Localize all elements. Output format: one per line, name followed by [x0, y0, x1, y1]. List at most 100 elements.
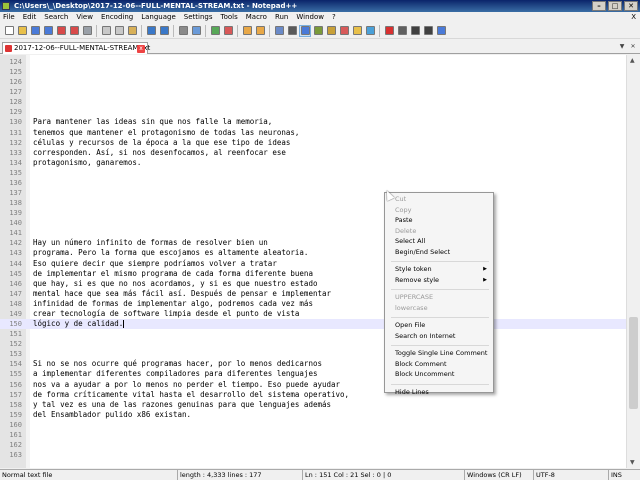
context-item-hide-lines[interactable]: Hide Lines: [395, 388, 429, 397]
notepadpp-app-icon[interactable]: [2, 2, 10, 10]
vertical-scrollbar[interactable]: ▲ ▼: [626, 55, 640, 468]
indent-guide-button[interactable]: [299, 24, 311, 37]
user-language-button[interactable]: [312, 25, 324, 37]
show-all-chars-button[interactable]: [286, 25, 298, 37]
editor-lines[interactable]: 124 125 126 127 128 129 130 Para mantener las i…: [0, 57, 626, 460]
folder-workspace-button[interactable]: [351, 25, 363, 37]
editor-line[interactable]: 127: [0, 87, 626, 97]
line-text[interactable]: Para mantener las ideas sin que nos fall…: [33, 117, 272, 127]
editor-line[interactable]: 131 tenemos que mantener el protagonismo …: [0, 128, 626, 138]
tab-document[interactable]: 2017-12-06--FULL-MENTAL-STREAM.txt x: [2, 42, 150, 54]
cut-button[interactable]: [100, 25, 112, 37]
editor-line[interactable]: 141: [0, 228, 626, 238]
replace-button[interactable]: [190, 25, 202, 37]
menu-language[interactable]: Language: [141, 12, 176, 23]
context-item-remove-style[interactable]: Remove style: [395, 276, 439, 285]
open-file-button[interactable]: [16, 25, 28, 37]
line-text[interactable]: Eso quiere decir que siempre podríamos v…: [33, 259, 277, 269]
editor-line[interactable]: 139: [0, 208, 626, 218]
editor-line[interactable]: 151: [0, 329, 626, 339]
run-macro-multiple-button[interactable]: [422, 25, 434, 37]
menu-help[interactable]: ?: [332, 12, 336, 23]
scroll-down-icon[interactable]: ▼: [630, 459, 635, 466]
editor-line[interactable]: 126: [0, 77, 626, 87]
menu-window[interactable]: Window: [296, 12, 324, 23]
save-macro-button[interactable]: [435, 25, 447, 37]
context-item-style-token[interactable]: Style token: [395, 265, 432, 274]
context-item-open-file[interactable]: Open File: [395, 321, 425, 330]
function-list-button[interactable]: [338, 25, 350, 37]
editor-line[interactable]: 129: [0, 107, 626, 117]
text-editor[interactable]: 124 125 126 127 128 129 130 Para mantener las i…: [0, 55, 640, 468]
line-text[interactable]: infinidad de formas de implementar algo,…: [33, 299, 313, 309]
save-button[interactable]: [29, 25, 41, 37]
line-text[interactable]: del Ensamblador pulido x86 existan.: [33, 410, 191, 420]
editor-line[interactable]: 156 nos va a ayudar a por lo menos no per…: [0, 380, 626, 390]
paste-button[interactable]: [126, 25, 138, 37]
play-macro-button[interactable]: [409, 25, 421, 37]
menu-macro[interactable]: Macro: [246, 12, 267, 23]
line-text[interactable]: protagonismo, ganaremos.: [33, 158, 141, 168]
editor-line[interactable]: 133 corresponden. Así, si nos desenfocamo…: [0, 148, 626, 158]
line-text[interactable]: células y recursos de la época a la que …: [33, 138, 290, 148]
menu-tools[interactable]: Tools: [221, 12, 238, 23]
menu-settings[interactable]: Settings: [184, 12, 213, 23]
minimize-button[interactable]: –: [592, 1, 606, 11]
menu-search[interactable]: Search: [44, 12, 68, 23]
line-text[interactable]: a implementar diferentes compiladores pa…: [33, 369, 317, 379]
line-text[interactable]: de implementar el mismo programa de cada…: [33, 269, 313, 279]
monitoring-button[interactable]: [364, 25, 376, 37]
close-window-button[interactable]: ✕: [624, 1, 638, 11]
record-macro-button[interactable]: [383, 25, 395, 37]
editor-line[interactable]: 160: [0, 420, 626, 430]
context-item-block-comment[interactable]: Block Comment: [395, 360, 447, 369]
close-document-x[interactable]: X: [631, 12, 636, 23]
scroll-up-icon[interactable]: ▲: [630, 57, 635, 64]
zoom-in-button[interactable]: [209, 25, 221, 37]
status-encoding[interactable]: UTF-8: [533, 470, 555, 480]
scroll-thumb[interactable]: [629, 317, 638, 409]
close-button[interactable]: [55, 25, 67, 37]
menu-edit[interactable]: Edit: [23, 12, 37, 23]
status-insert-mode[interactable]: INS: [608, 470, 622, 480]
editor-line[interactable]: 159 del Ensamblador pulido x86 existan.: [0, 410, 626, 420]
line-text[interactable]: Si no se nos ocurre qué programas hacer,…: [33, 359, 322, 369]
editor-line[interactable]: 145 de implementar el mismo programa de c…: [0, 269, 626, 279]
editor-line[interactable]: 138: [0, 198, 626, 208]
close-all-button[interactable]: [68, 25, 80, 37]
new-file-button[interactable]: [3, 25, 15, 37]
menu-file[interactable]: File: [3, 12, 15, 23]
context-item-search-on-internet[interactable]: Search on Internet: [395, 332, 455, 341]
sync-vertical-button[interactable]: [241, 25, 253, 37]
editor-line[interactable]: 162: [0, 440, 626, 450]
context-item-select-all[interactable]: Select All: [395, 237, 425, 246]
line-text[interactable]: mental hace que sea más fácil así. Despu…: [33, 289, 331, 299]
line-text[interactable]: corresponden. Así, si nos desenfocamos, …: [33, 148, 286, 158]
editor-line[interactable]: 142 Hay un número infinito de formas de r…: [0, 238, 626, 248]
editor-line[interactable]: 149 crear tecnología de software limpia d…: [0, 309, 626, 319]
editor-line[interactable]: 125: [0, 67, 626, 77]
editor-line[interactable]: 146 que hay, si es que no nos acordamos, …: [0, 279, 626, 289]
menu-encoding[interactable]: Encoding: [101, 12, 133, 23]
tab-close-all-icon[interactable]: ✕: [628, 42, 638, 52]
line-text[interactable]: tenemos que mantener el protagonismo de …: [33, 128, 299, 138]
line-text[interactable]: de forma críticamente vital hasta el des…: [33, 390, 349, 400]
context-item-block-uncomment[interactable]: Block Uncomment: [395, 370, 454, 379]
editor-line[interactable]: 136: [0, 178, 626, 188]
editor-line[interactable]: 153: [0, 349, 626, 359]
line-text[interactable]: y tal vez es una de las razones genuinas…: [33, 400, 331, 410]
document-map-button[interactable]: [325, 25, 337, 37]
editor-line[interactable]: 128: [0, 97, 626, 107]
editor-line[interactable]: 155 a implementar diferentes compiladores…: [0, 369, 626, 379]
editor-line[interactable]: 150 lógico y de calidad.: [0, 319, 626, 330]
save-all-button[interactable]: [42, 25, 54, 37]
copy-button[interactable]: [113, 25, 125, 37]
stop-macro-button[interactable]: [396, 25, 408, 37]
editor-line[interactable]: 154 Si no se nos ocurre qué programas hac…: [0, 359, 626, 369]
menu-run[interactable]: Run: [275, 12, 288, 23]
editor-line[interactable]: 147 mental hace que sea más fácil así. De…: [0, 289, 626, 299]
line-text[interactable]: programa. Pero la forma que escojamos es…: [33, 248, 308, 258]
line-text[interactable]: lógico y de calidad.: [33, 319, 123, 329]
print-button[interactable]: [81, 25, 93, 37]
editor-line[interactable]: 144 Eso quiere decir que siempre podríamo…: [0, 259, 626, 269]
